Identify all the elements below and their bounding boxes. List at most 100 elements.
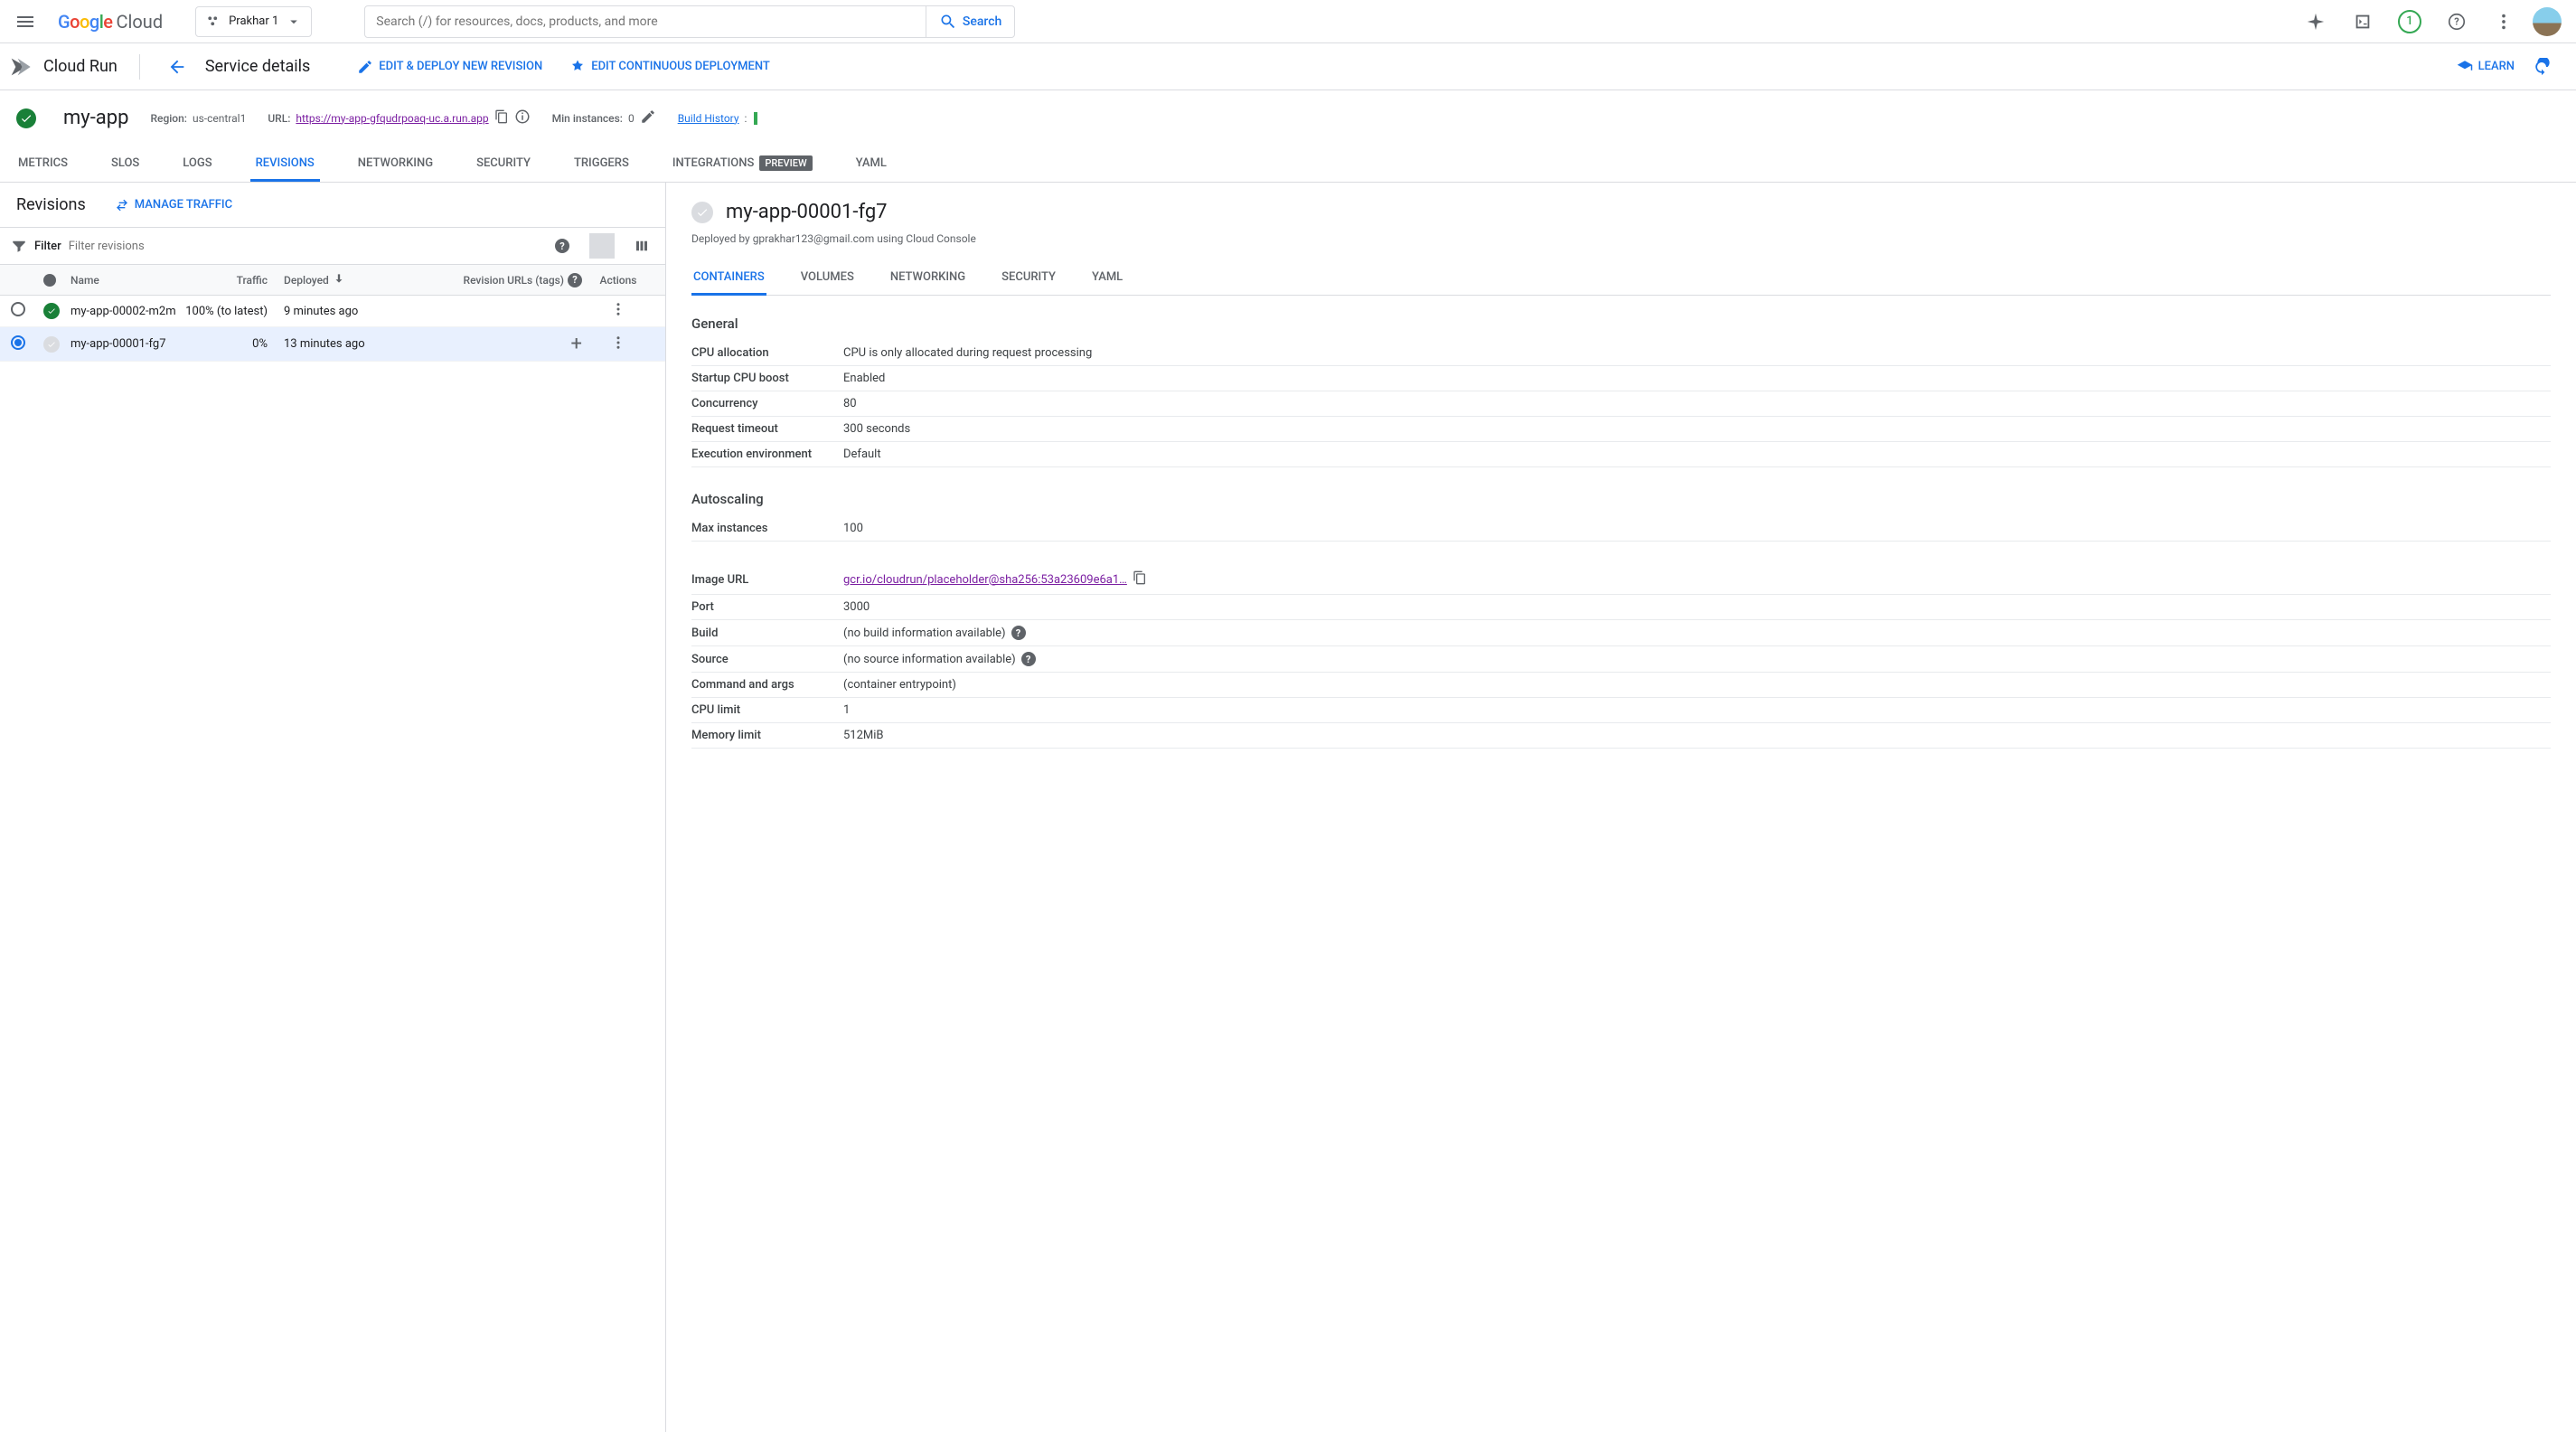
property-row: Request timeout300 seconds — [691, 417, 2551, 442]
deployed-by: Deployed by gprakhar123@gmail.com using … — [691, 232, 2551, 245]
revision-row[interactable]: my-app-00001-fg7 0% 13 minutes ago + — [0, 327, 665, 362]
tab-security[interactable]: SECURITY — [471, 146, 536, 182]
add-url-tag-button[interactable]: + — [571, 333, 582, 355]
notification-count: 1 — [2398, 10, 2421, 33]
cloud-shell-icon[interactable] — [2345, 4, 2381, 40]
tab-triggers[interactable]: TRIGGERS — [569, 146, 635, 182]
help-icon[interactable]: ? — [2439, 4, 2475, 40]
tab-logs[interactable]: LOGS — [177, 146, 217, 182]
revisions-table-header: Name Traffic Deployed Revision URLs (tag… — [0, 265, 665, 296]
status-column-icon — [43, 274, 56, 287]
edit-min-instances-icon[interactable] — [640, 108, 656, 127]
property-row: Build(no build information available)? — [691, 620, 2551, 646]
column-selector-icon[interactable] — [629, 233, 654, 259]
gemini-icon[interactable] — [2298, 4, 2334, 40]
user-avatar[interactable] — [2533, 7, 2562, 36]
service-url-link[interactable]: https://my-app-gfqudrpoaq-uc.a.run.app — [296, 112, 488, 125]
divider — [139, 54, 140, 80]
filter-label: Filter — [34, 240, 61, 253]
build-history-link[interactable]: Build History — [678, 112, 739, 125]
refresh-button[interactable] — [2524, 49, 2560, 85]
edit-cd-button[interactable]: EDIT CONTINUOUS DEPLOYMENT — [562, 53, 777, 80]
row-radio[interactable] — [11, 302, 25, 316]
col-name[interactable]: Name — [71, 274, 184, 287]
main-menu-button[interactable] — [7, 4, 43, 40]
property-value: CPU is only allocated during request pro… — [843, 346, 1092, 360]
revision-name: my-app-00001-fg7 — [71, 337, 184, 351]
property-row: CPU limit1 — [691, 698, 2551, 723]
preview-tag: PREVIEW — [759, 155, 812, 171]
learn-button[interactable]: LEARN — [2457, 59, 2515, 75]
search-button-label: Search — [963, 14, 1001, 29]
svg-text:?: ? — [2454, 15, 2459, 27]
notifications-icon[interactable]: 1 — [2392, 4, 2428, 40]
property-value: Default — [843, 448, 881, 461]
row-radio[interactable] — [11, 335, 25, 350]
property-key: Concurrency — [691, 397, 843, 410]
property-key: Memory limit — [691, 729, 843, 742]
property-row: CPU allocationCPU is only allocated duri… — [691, 341, 2551, 366]
col-traffic[interactable]: Traffic — [184, 274, 284, 287]
property-key: CPU limit — [691, 703, 843, 717]
subtab-containers[interactable]: CONTAINERS — [691, 261, 766, 296]
status-ok-icon — [43, 303, 60, 319]
col-urls[interactable]: Revision URLs (tags)? — [428, 273, 582, 287]
help-icon[interactable]: ? — [1011, 626, 1026, 640]
subtab-volumes[interactable]: VOLUMES — [799, 261, 856, 296]
property-row: Concurrency80 — [691, 391, 2551, 417]
subtab-yaml[interactable]: YAML — [1090, 261, 1124, 296]
col-deployed[interactable]: Deployed — [284, 272, 428, 287]
col-actions: Actions — [582, 274, 654, 287]
cloud-label: Cloud — [117, 11, 164, 33]
back-button[interactable] — [162, 52, 193, 82]
urls-help-icon[interactable]: ? — [568, 273, 582, 287]
status-inactive-icon — [43, 336, 60, 353]
tab-slos[interactable]: SLOS — [106, 146, 145, 182]
product-name: Cloud Run — [43, 57, 118, 76]
property-row: Image URLgcr.io/cloudrun/placeholder@sha… — [691, 565, 2551, 595]
revision-status-icon — [691, 202, 713, 223]
edit-deploy-button[interactable]: EDIT & DEPLOY NEW REVISION — [350, 53, 550, 80]
filter-help-icon[interactable]: ? — [550, 233, 575, 259]
google-cloud-logo[interactable]: Google Cloud — [51, 11, 170, 33]
autoscaling-section-title: Autoscaling — [691, 491, 2551, 507]
edit-deploy-label: EDIT & DEPLOY NEW REVISION — [379, 60, 542, 73]
learn-label: LEARN — [2478, 60, 2515, 73]
revision-row[interactable]: my-app-00002-m2m 100% (to latest) 9 minu… — [0, 296, 665, 327]
property-key: Startup CPU boost — [691, 372, 843, 385]
tab-revisions[interactable]: REVISIONS — [250, 146, 320, 182]
row-actions-menu[interactable] — [610, 307, 626, 321]
project-picker[interactable]: Prakhar 1 — [195, 6, 312, 37]
min-instances-meta: Min instances: 0 — [552, 108, 656, 127]
property-row: Port3000 — [691, 595, 2551, 620]
property-value: 100 — [843, 522, 863, 535]
filter-input[interactable] — [69, 240, 542, 253]
revision-deployed: 13 minutes ago — [284, 337, 428, 351]
property-value: (no build information available) — [843, 626, 1006, 640]
property-key: Request timeout — [691, 422, 843, 436]
url-info-icon[interactable] — [514, 108, 531, 127]
image-url-link[interactable]: gcr.io/cloudrun/placeholder@sha256:53a23… — [843, 573, 1127, 587]
search-input[interactable] — [365, 14, 926, 29]
tab-integrations[interactable]: INTEGRATIONSPREVIEW — [667, 146, 818, 182]
subtab-networking[interactable]: NETWORKING — [888, 261, 967, 296]
manage-traffic-label: MANAGE TRAFFIC — [135, 198, 232, 212]
tab-networking[interactable]: NETWORKING — [353, 146, 438, 182]
subtab-security[interactable]: SECURITY — [1000, 261, 1058, 296]
row-actions-menu[interactable] — [610, 341, 626, 354]
copy-url-icon[interactable] — [494, 109, 509, 127]
help-icon[interactable]: ? — [1021, 652, 1036, 666]
property-key: Image URL — [691, 573, 843, 587]
search-button[interactable]: Search — [926, 6, 1014, 37]
tab-metrics[interactable]: METRICS — [13, 146, 73, 182]
edit-cd-label: EDIT CONTINUOUS DEPLOYMENT — [591, 60, 770, 73]
property-key: CPU allocation — [691, 346, 843, 360]
search-box: Search — [364, 5, 1015, 38]
manage-traffic-button[interactable]: MANAGE TRAFFIC — [115, 198, 232, 212]
more-menu-icon[interactable] — [2486, 4, 2522, 40]
property-row: Max instances100 — [691, 516, 2551, 542]
copy-icon[interactable] — [1133, 570, 1147, 589]
project-name: Prakhar 1 — [229, 14, 278, 28]
tab-yaml[interactable]: YAML — [851, 146, 892, 182]
app-name: my-app — [63, 107, 128, 129]
